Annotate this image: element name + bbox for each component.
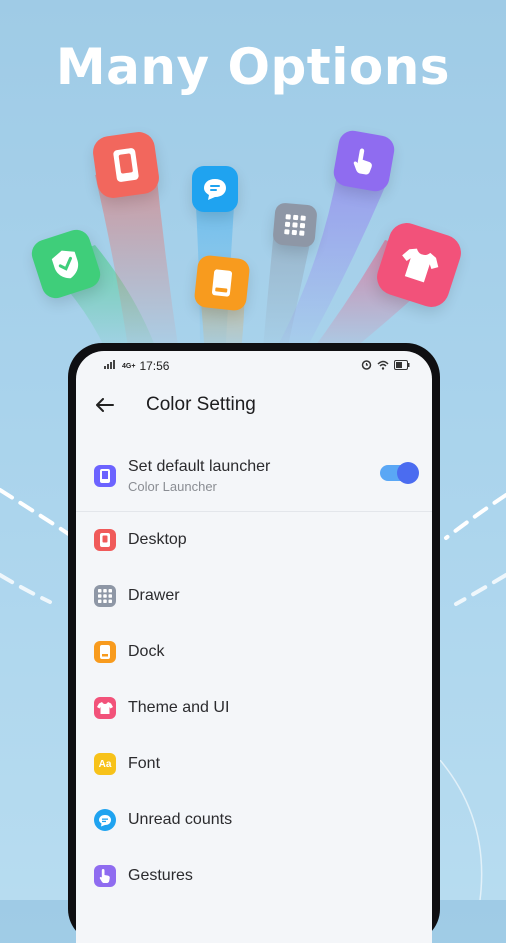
headline: Many Options [55,38,451,96]
signal-icon [104,360,118,372]
default-launcher-toggle[interactable] [380,462,419,484]
font-icon: Aa [94,753,116,775]
setting-unread-counts[interactable]: Unread counts [76,792,432,848]
hand-icon [94,865,116,887]
font-glyph: Aa [98,758,112,770]
dock-app-icon [193,254,251,312]
setting-desktop[interactable]: Desktop [76,512,432,568]
gesture-app-icon [331,128,397,194]
decorative-dashes-right [444,493,506,606]
desktop-icon [94,529,116,551]
setting-default-launcher[interactable]: Set default launcher Color Launcher [76,441,432,512]
back-arrow-icon[interactable] [94,394,116,416]
setting-label: Gestures [128,867,193,884]
setting-label: Drawer [128,587,180,604]
status-bar: 4G+ 17:56 [76,351,432,381]
setting-label: Dock [128,643,165,660]
dock-icon [94,641,116,663]
app-bar: Color Setting [76,381,432,429]
decorative-arc [439,760,483,900]
setting-font[interactable]: Aa Font [76,736,432,792]
grid-icon [94,585,116,607]
shirt-icon [94,697,116,719]
toggle-knob [397,462,419,484]
wifi-icon [377,360,389,373]
status-time: 17:56 [139,359,170,373]
setting-label: Theme and UI [128,699,230,716]
desktop-app-icon [90,129,162,201]
setting-theme-and-ui[interactable]: Theme and UI [76,680,432,736]
setting-sublabel: Color Launcher [128,479,217,494]
phone-frame: 4G+ 17:56 Color Setting Set default laun… [68,343,440,943]
alarm-icon [361,359,372,373]
battery-icon [394,359,410,373]
page-title: Color Setting [146,394,256,415]
chat-icon [94,809,116,831]
phone-screen: 4G+ 17:56 Color Setting Set default laun… [76,351,432,943]
setting-label: Font [128,755,161,772]
setting-dock[interactable]: Dock [76,624,432,680]
grid-app-icon [272,202,318,248]
setting-gestures[interactable]: Gestures [76,848,432,904]
setting-label: Desktop [128,531,187,548]
setting-drawer[interactable]: Drawer [76,568,432,624]
phone-icon [94,465,116,487]
settings-list: Set default launcher Color Launcher Desk… [76,441,432,904]
network-label: 4G+ [122,362,136,370]
setting-label: Unread counts [128,811,233,828]
setting-label: Set default launcher [128,458,271,475]
chat-app-icon [192,166,238,212]
